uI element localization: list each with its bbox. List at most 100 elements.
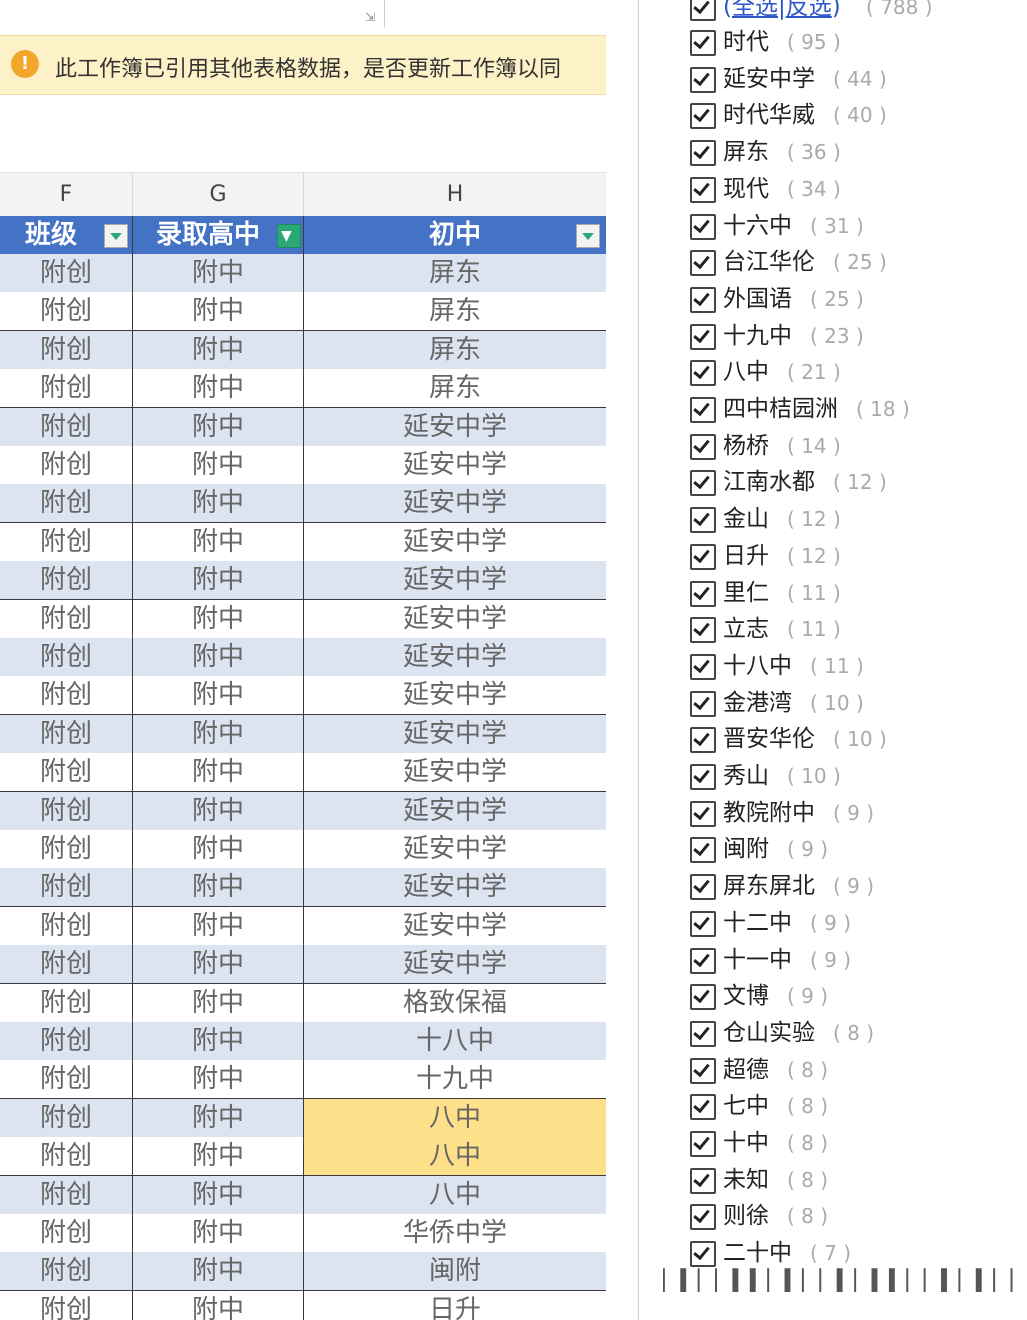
cell-middle-school[interactable]: 延安中学 — [304, 561, 606, 599]
option-checkbox[interactable] — [690, 323, 716, 350]
cell-admitted-school[interactable]: 附中 — [133, 1022, 304, 1060]
cell-middle-school[interactable]: 屏东 — [304, 331, 606, 369]
cell-middle-school[interactable]: 延安中学 — [304, 638, 606, 676]
cell-middle-school[interactable]: 延安中学 — [304, 715, 606, 753]
cell-admitted-school[interactable]: 附中 — [133, 830, 304, 868]
cell-class[interactable]: 附创 — [0, 1060, 133, 1099]
cell-admitted-school[interactable]: 附中 — [133, 1252, 304, 1291]
filter-dropdown-button[interactable] — [576, 224, 600, 248]
option-checkbox[interactable] — [690, 1057, 716, 1084]
option-checkbox[interactable] — [690, 580, 716, 607]
option-checkbox[interactable] — [690, 653, 716, 680]
expand-corner-icon[interactable]: ⇲ — [365, 10, 375, 24]
cell-class[interactable]: 附创 — [0, 522, 133, 561]
option-checkbox[interactable] — [690, 727, 716, 754]
option-checkbox[interactable] — [690, 397, 716, 423]
cell-class[interactable]: 附创 — [0, 254, 133, 292]
cell-class[interactable]: 附创 — [0, 1214, 133, 1252]
cell-class[interactable]: 附创 — [0, 830, 133, 868]
cell-admitted-school[interactable]: 附中 — [133, 369, 304, 408]
cell-admitted-school[interactable]: 附中 — [133, 561, 304, 600]
cell-middle-school[interactable]: 延安中学 — [304, 830, 606, 868]
cell-class[interactable]: 附创 — [0, 945, 133, 984]
option-checkbox[interactable] — [690, 800, 716, 827]
cell-class[interactable]: 附创 — [0, 1022, 133, 1060]
column-header-g[interactable]: G — [133, 173, 304, 217]
option-checkbox[interactable] — [690, 543, 716, 570]
cell-class[interactable]: 附创 — [0, 983, 133, 1022]
option-checkbox[interactable] — [690, 1094, 716, 1121]
header-cell-middle-school[interactable]: 初中 — [304, 216, 606, 254]
cell-middle-school[interactable]: 延安中学 — [304, 523, 606, 561]
cell-class[interactable]: 附创 — [0, 1290, 133, 1320]
option-checkbox[interactable] — [690, 764, 716, 790]
column-header-f[interactable]: F — [0, 173, 133, 217]
cell-middle-school[interactable]: 十九中 — [304, 1060, 606, 1098]
cell-middle-school[interactable]: 日升 — [304, 1291, 606, 1320]
cell-class[interactable]: 附创 — [0, 714, 133, 753]
cell-admitted-school[interactable]: 附中 — [133, 676, 304, 715]
cell-class[interactable]: 附创 — [0, 292, 133, 331]
cell-admitted-school[interactable]: 附中 — [133, 599, 304, 638]
column-header-h[interactable]: H — [304, 173, 606, 217]
option-checkbox[interactable] — [690, 874, 716, 901]
cell-class[interactable]: 附创 — [0, 906, 133, 945]
option-checkbox[interactable] — [690, 103, 716, 130]
cell-admitted-school[interactable]: 附中 — [133, 1137, 304, 1176]
option-checkbox[interactable] — [690, 837, 716, 864]
cell-admitted-school[interactable]: 附中 — [133, 1098, 304, 1137]
cell-middle-school[interactable]: 延安中学 — [304, 868, 606, 906]
cell-admitted-school[interactable]: 附中 — [133, 407, 304, 446]
cell-admitted-school[interactable]: 附中 — [133, 638, 304, 676]
cell-middle-school[interactable]: 格致保福 — [304, 984, 606, 1022]
invert-selection-link[interactable]: 反选 — [786, 0, 832, 20]
header-cell-admitted-school[interactable]: 录取高中 ▼ — [133, 216, 304, 254]
option-checkbox[interactable] — [690, 30, 716, 56]
cell-admitted-school[interactable]: 附中 — [133, 1060, 304, 1099]
option-checkbox[interactable] — [690, 617, 716, 644]
cell-admitted-school[interactable]: 附中 — [133, 292, 304, 331]
cell-middle-school[interactable]: 延安中学 — [304, 484, 606, 522]
cell-class[interactable]: 附创 — [0, 1098, 133, 1137]
option-checkbox[interactable] — [690, 250, 716, 277]
option-checkbox[interactable] — [690, 360, 716, 387]
option-checkbox[interactable] — [690, 140, 716, 167]
cell-middle-school[interactable]: 八中 — [304, 1098, 606, 1137]
cell-middle-school[interactable]: 延安中学 — [304, 792, 606, 830]
cell-middle-school[interactable]: 延安中学 — [304, 945, 606, 983]
option-checkbox[interactable] — [690, 433, 716, 460]
option-checkbox[interactable] — [690, 176, 716, 203]
cell-class[interactable]: 附创 — [0, 369, 133, 408]
cell-middle-school[interactable]: 十八中 — [304, 1022, 606, 1060]
cell-middle-school[interactable]: 延安中学 — [304, 907, 606, 945]
cell-class[interactable]: 附创 — [0, 868, 133, 907]
cell-admitted-school[interactable]: 附中 — [133, 484, 304, 523]
cell-admitted-school[interactable]: 附中 — [133, 945, 304, 984]
filter-active-button[interactable]: ▼ — [277, 224, 301, 248]
option-checkbox[interactable] — [690, 507, 716, 534]
cell-admitted-school[interactable]: 附中 — [133, 983, 304, 1022]
cell-class[interactable]: 附创 — [0, 1175, 133, 1214]
option-checkbox[interactable] — [690, 910, 716, 937]
cell-middle-school[interactable]: 延安中学 — [304, 676, 606, 714]
cell-middle-school[interactable]: 八中 — [304, 1137, 606, 1176]
cell-admitted-school[interactable]: 附中 — [133, 1175, 304, 1214]
cell-class[interactable]: 附创 — [0, 407, 133, 446]
select-all-checkbox[interactable] — [690, 0, 716, 21]
cell-admitted-school[interactable]: 附中 — [133, 254, 304, 292]
cell-class[interactable]: 附创 — [0, 330, 133, 369]
option-checkbox[interactable] — [690, 1020, 716, 1047]
cell-middle-school[interactable]: 华侨中学 — [304, 1214, 606, 1252]
cell-class[interactable]: 附创 — [0, 484, 133, 523]
cell-class[interactable]: 附创 — [0, 1137, 133, 1176]
cell-admitted-school[interactable]: 附中 — [133, 1214, 304, 1252]
cell-middle-school[interactable]: 屏东 — [304, 254, 606, 292]
cell-admitted-school[interactable]: 附中 — [133, 714, 304, 753]
option-checkbox[interactable] — [690, 947, 716, 974]
cell-admitted-school[interactable]: 附中 — [133, 753, 304, 792]
cell-admitted-school[interactable]: 附中 — [133, 868, 304, 907]
cell-class[interactable]: 附创 — [0, 791, 133, 830]
option-checkbox[interactable] — [690, 1167, 716, 1194]
cell-admitted-school[interactable]: 附中 — [133, 791, 304, 830]
option-checkbox[interactable] — [690, 213, 716, 240]
